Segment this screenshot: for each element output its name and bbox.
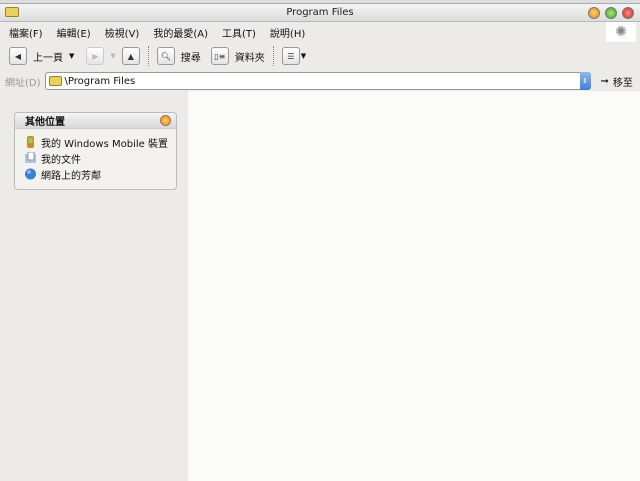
separator bbox=[272, 46, 274, 66]
folders-button[interactable]: ▯≡ bbox=[210, 47, 229, 65]
address-bar: 網址(D) \Program Files ⇕ ➞ 移至 bbox=[0, 70, 640, 92]
window-title: Program Files bbox=[286, 7, 354, 18]
up-button[interactable]: ▲ bbox=[121, 47, 140, 65]
go-arrow-icon: ➞ bbox=[600, 75, 609, 87]
network-icon bbox=[25, 168, 36, 180]
folders-icon: ▯≡ bbox=[214, 51, 226, 61]
documents-icon bbox=[25, 152, 36, 163]
other-places-panel: 其他位置 我的 Windows Mobile 裝置 我的文件 網路上的芳鄰 bbox=[14, 112, 177, 190]
go-button[interactable]: ➞ 移至 bbox=[601, 74, 633, 89]
mobile-device-icon bbox=[27, 136, 34, 148]
separator bbox=[147, 46, 149, 66]
menu-edit[interactable]: 編輯(E) bbox=[57, 25, 91, 40]
task-pane: 其他位置 我的 Windows Mobile 裝置 我的文件 網路上的芳鄰 bbox=[0, 91, 188, 481]
go-label: 移至 bbox=[612, 77, 633, 89]
file-list-area[interactable] bbox=[188, 91, 640, 481]
views-dropdown-icon[interactable]: ▼ bbox=[301, 52, 306, 60]
menu-tools[interactable]: 工具(T) bbox=[222, 25, 256, 40]
menu-bar: 檔案(F) 編輯(E) 檢視(V) 我的最愛(A) 工具(T) 說明(H) ✺ bbox=[0, 22, 640, 42]
views-button[interactable]: ☰ bbox=[281, 47, 300, 65]
place-mobile-device[interactable]: 我的 Windows Mobile 裝置 bbox=[25, 134, 176, 150]
toolbar: ◀ 上一頁 ▼ ▶ ▼ ▲ 🔍︎ 搜尋 ▯≡ 資料夾 ☰ ▼ bbox=[0, 42, 640, 70]
search-icon: 🔍︎ bbox=[160, 51, 171, 61]
forward-dropdown-icon[interactable]: ▼ bbox=[110, 52, 115, 60]
forward-button[interactable]: ▶ bbox=[86, 47, 105, 65]
maximize-button[interactable] bbox=[605, 7, 617, 19]
panel-header[interactable]: 其他位置 bbox=[15, 113, 176, 129]
menu-favorites[interactable]: 我的最愛(A) bbox=[153, 25, 208, 40]
place-my-documents[interactable]: 我的文件 bbox=[25, 150, 176, 166]
search-label[interactable]: 搜尋 bbox=[181, 49, 201, 64]
back-button[interactable]: ◀ bbox=[9, 47, 27, 65]
folders-label[interactable]: 資料夾 bbox=[235, 49, 265, 64]
loading-throbber-icon: ✺ bbox=[606, 22, 636, 42]
place-label: 我的 Windows Mobile 裝置 bbox=[41, 138, 168, 150]
address-dropdown-icon[interactable]: ⇕ bbox=[579, 72, 591, 90]
place-network[interactable]: 網路上的芳鄰 bbox=[25, 166, 176, 182]
menu-file[interactable]: 檔案(F) bbox=[9, 25, 43, 40]
place-label: 我的文件 bbox=[41, 154, 81, 166]
close-button[interactable] bbox=[622, 7, 634, 19]
title-bar[interactable]: Program Files bbox=[0, 4, 640, 22]
search-button[interactable]: 🔍︎ bbox=[156, 47, 175, 65]
back-label[interactable]: 上一頁 bbox=[33, 49, 63, 64]
menu-help[interactable]: 說明(H) bbox=[270, 25, 305, 40]
forward-arrow-icon: ▶ bbox=[92, 51, 99, 61]
address-input[interactable]: \Program Files ⇕ bbox=[44, 72, 591, 90]
collapse-icon[interactable] bbox=[160, 115, 171, 126]
place-label: 網路上的芳鄰 bbox=[41, 170, 101, 182]
folder-icon bbox=[48, 76, 62, 86]
up-arrow-icon: ▲ bbox=[127, 51, 134, 61]
address-label: 網址(D) bbox=[5, 77, 41, 89]
back-arrow-icon: ◀ bbox=[14, 51, 22, 61]
back-dropdown-icon[interactable]: ▼ bbox=[69, 52, 74, 60]
panel-title: 其他位置 bbox=[25, 117, 65, 128]
address-value[interactable]: \Program Files bbox=[65, 76, 136, 87]
menu-view[interactable]: 檢視(V) bbox=[105, 25, 140, 40]
minimize-button[interactable] bbox=[588, 7, 600, 19]
views-icon: ☰ bbox=[287, 51, 295, 61]
